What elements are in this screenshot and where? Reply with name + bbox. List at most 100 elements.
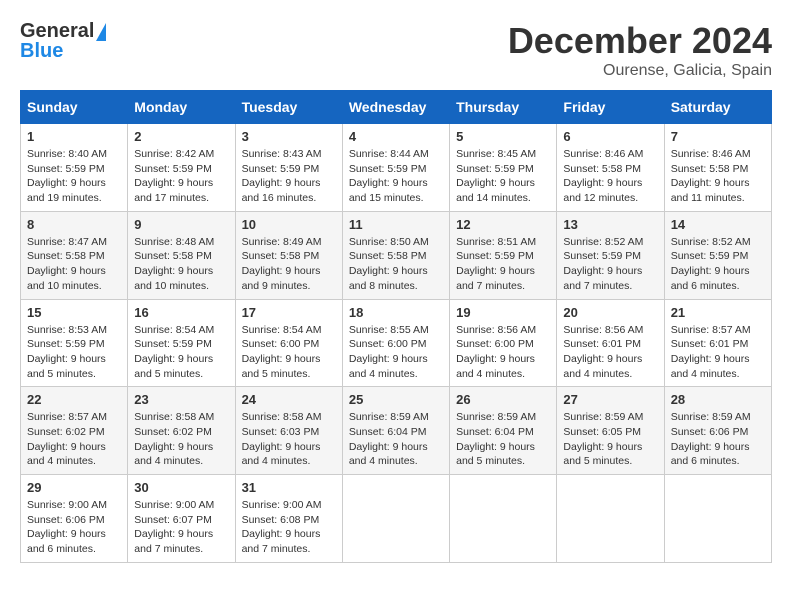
day-number: 11 [349,217,443,232]
day-info: Sunrise: 8:42 AM Sunset: 5:59 PM Dayligh… [134,147,228,206]
calendar-cell: 3 Sunrise: 8:43 AM Sunset: 5:59 PM Daylig… [235,124,342,212]
weekday-thursday: Thursday [450,91,557,124]
day-info: Sunrise: 8:40 AM Sunset: 5:59 PM Dayligh… [27,147,121,206]
calendar-cell: 29 Sunrise: 9:00 AM Sunset: 6:06 PM Dayli… [21,475,128,563]
day-number: 7 [671,129,765,144]
calendar-cell: 12Sunrise: 8:51 AM Sunset: 5:59 PM Dayli… [450,211,557,299]
day-info: Sunrise: 8:59 AM Sunset: 6:06 PM Dayligh… [671,410,765,469]
calendar-cell [664,475,771,563]
day-info: Sunrise: 8:53 AM Sunset: 5:59 PM Dayligh… [27,323,121,382]
calendar-cell: 13 Sunrise: 8:52 AM Sunset: 5:59 PM Dayli… [557,211,664,299]
day-number: 22 [27,392,121,407]
weekday-monday: Monday [128,91,235,124]
day-info: Sunrise: 8:51 AM Sunset: 5:59 PM Dayligh… [456,235,550,294]
logo: General Blue [20,20,106,63]
day-number: 9 [134,217,228,232]
calendar-cell [450,475,557,563]
month-title: December 2024 [508,20,772,62]
day-info: Sunrise: 8:57 AM Sunset: 6:02 PM Dayligh… [27,410,121,469]
day-number: 24 [242,392,336,407]
calendar-cell: 31 Sunrise: 9:00 AM Sunset: 6:08 PM Dayli… [235,475,342,563]
day-info: Sunrise: 8:46 AM Sunset: 5:58 PM Dayligh… [671,147,765,206]
title-block: December 2024 Ourense, Galicia, Spain [508,20,772,80]
day-info: Sunrise: 8:55 AM Sunset: 6:00 PM Dayligh… [349,323,443,382]
day-number: 14 [671,217,765,232]
day-info: Sunrise: 8:58 AM Sunset: 6:02 PM Dayligh… [134,410,228,469]
day-number: 17 [242,305,336,320]
calendar-cell: 16Sunrise: 8:54 AM Sunset: 5:59 PM Dayli… [128,299,235,387]
calendar-cell: 24 Sunrise: 8:58 AM Sunset: 6:03 PM Dayli… [235,387,342,475]
day-info: Sunrise: 9:00 AM Sunset: 6:08 PM Dayligh… [242,498,336,557]
day-info: Sunrise: 8:59 AM Sunset: 6:04 PM Dayligh… [349,410,443,469]
calendar-cell: 23Sunrise: 8:58 AM Sunset: 6:02 PM Dayli… [128,387,235,475]
day-info: Sunrise: 9:00 AM Sunset: 6:06 PM Dayligh… [27,498,121,557]
day-info: Sunrise: 8:54 AM Sunset: 6:00 PM Dayligh… [242,323,336,382]
day-info: Sunrise: 8:58 AM Sunset: 6:03 PM Dayligh… [242,410,336,469]
calendar-cell: 17 Sunrise: 8:54 AM Sunset: 6:00 PM Dayli… [235,299,342,387]
day-number: 21 [671,305,765,320]
calendar-cell: 27Sunrise: 8:59 AM Sunset: 6:05 PM Dayli… [557,387,664,475]
day-info: Sunrise: 8:49 AM Sunset: 5:58 PM Dayligh… [242,235,336,294]
day-number: 20 [563,305,657,320]
day-number: 30 [134,480,228,495]
calendar-cell: 10 Sunrise: 8:49 AM Sunset: 5:58 PM Dayli… [235,211,342,299]
day-info: Sunrise: 8:47 AM Sunset: 5:58 PM Dayligh… [27,235,121,294]
calendar-cell: 2 Sunrise: 8:42 AM Sunset: 5:59 PM Daylig… [128,124,235,212]
calendar-cell: 20 Sunrise: 8:56 AM Sunset: 6:01 PM Dayli… [557,299,664,387]
calendar-cell: 22 Sunrise: 8:57 AM Sunset: 6:02 PM Dayli… [21,387,128,475]
day-info: Sunrise: 8:46 AM Sunset: 5:58 PM Dayligh… [563,147,657,206]
weekday-friday: Friday [557,91,664,124]
day-number: 1 [27,129,121,144]
calendar-cell [557,475,664,563]
calendar-cell: 25 Sunrise: 8:59 AM Sunset: 6:04 PM Dayli… [342,387,449,475]
day-info: Sunrise: 8:57 AM Sunset: 6:01 PM Dayligh… [671,323,765,382]
calendar-cell: 30Sunrise: 9:00 AM Sunset: 6:07 PM Dayli… [128,475,235,563]
day-number: 8 [27,217,121,232]
calendar-cell: 7 Sunrise: 8:46 AM Sunset: 5:58 PM Daylig… [664,124,771,212]
logo-arrow-icon [96,23,106,41]
calendar-cell: 28Sunrise: 8:59 AM Sunset: 6:06 PM Dayli… [664,387,771,475]
day-number: 5 [456,129,550,144]
weekday-tuesday: Tuesday [235,91,342,124]
day-number: 29 [27,480,121,495]
weekday-saturday: Saturday [664,91,771,124]
day-info: Sunrise: 8:43 AM Sunset: 5:59 PM Dayligh… [242,147,336,206]
day-number: 18 [349,305,443,320]
calendar-cell: 26 Sunrise: 8:59 AM Sunset: 6:04 PM Dayli… [450,387,557,475]
weekday-wednesday: Wednesday [342,91,449,124]
weekday-sunday: Sunday [21,91,128,124]
day-number: 6 [563,129,657,144]
week-row-5: 29 Sunrise: 9:00 AM Sunset: 6:06 PM Dayli… [21,475,772,563]
calendar-cell: 4Sunrise: 8:44 AM Sunset: 5:59 PM Daylig… [342,124,449,212]
calendar-cell: 9 Sunrise: 8:48 AM Sunset: 5:58 PM Daylig… [128,211,235,299]
day-info: Sunrise: 8:45 AM Sunset: 5:59 PM Dayligh… [456,147,550,206]
week-row-1: 1 Sunrise: 8:40 AM Sunset: 5:59 PM Daylig… [21,124,772,212]
logo-blue: Blue [20,40,63,63]
day-info: Sunrise: 8:52 AM Sunset: 5:59 PM Dayligh… [563,235,657,294]
day-number: 4 [349,129,443,144]
calendar-cell: 21 Sunrise: 8:57 AM Sunset: 6:01 PM Dayli… [664,299,771,387]
day-number: 2 [134,129,228,144]
day-info: Sunrise: 8:56 AM Sunset: 6:00 PM Dayligh… [456,323,550,382]
day-number: 26 [456,392,550,407]
day-info: Sunrise: 8:50 AM Sunset: 5:58 PM Dayligh… [349,235,443,294]
calendar-cell [342,475,449,563]
day-info: Sunrise: 8:56 AM Sunset: 6:01 PM Dayligh… [563,323,657,382]
day-number: 15 [27,305,121,320]
day-info: Sunrise: 8:54 AM Sunset: 5:59 PM Dayligh… [134,323,228,382]
day-number: 10 [242,217,336,232]
day-number: 25 [349,392,443,407]
day-info: Sunrise: 8:52 AM Sunset: 5:59 PM Dayligh… [671,235,765,294]
day-number: 3 [242,129,336,144]
day-number: 19 [456,305,550,320]
day-number: 13 [563,217,657,232]
day-info: Sunrise: 8:59 AM Sunset: 6:04 PM Dayligh… [456,410,550,469]
day-info: Sunrise: 8:48 AM Sunset: 5:58 PM Dayligh… [134,235,228,294]
calendar-cell: 18 Sunrise: 8:55 AM Sunset: 6:00 PM Dayli… [342,299,449,387]
week-row-4: 22 Sunrise: 8:57 AM Sunset: 6:02 PM Dayli… [21,387,772,475]
calendar-cell: 15 Sunrise: 8:53 AM Sunset: 5:59 PM Dayli… [21,299,128,387]
calendar-cell: 1 Sunrise: 8:40 AM Sunset: 5:59 PM Daylig… [21,124,128,212]
day-number: 31 [242,480,336,495]
calendar-cell: 8 Sunrise: 8:47 AM Sunset: 5:58 PM Daylig… [21,211,128,299]
week-row-2: 8 Sunrise: 8:47 AM Sunset: 5:58 PM Daylig… [21,211,772,299]
